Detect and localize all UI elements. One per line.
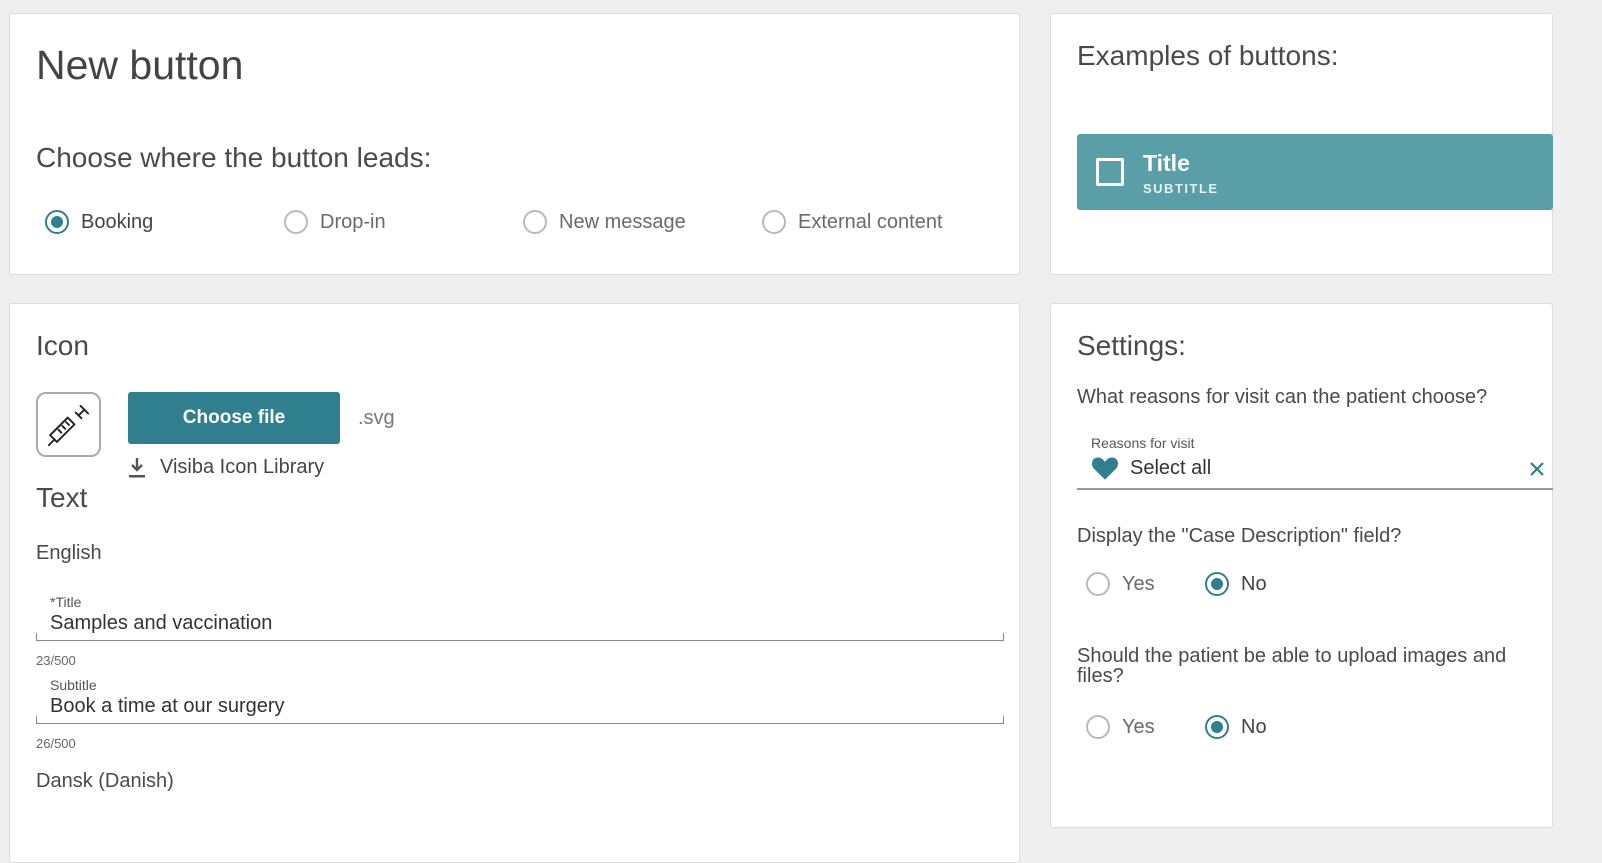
syringe-icon [47,404,89,446]
radio-case-yes-label: Yes [1122,572,1155,595]
radio-case-yes-indicator[interactable] [1086,572,1110,596]
reasons-select-value: Select all [1130,457,1212,479]
icon-library-link[interactable]: Visiba Icon Library [128,456,324,479]
radio-upload-no-label: No [1241,715,1267,738]
download-icon [129,457,145,477]
radio-upload-yes-label: Yes [1122,715,1155,738]
radio-upload-yes[interactable]: Yes [1086,715,1155,739]
title-field-label: *Title [50,594,82,610]
close-icon[interactable] [1529,461,1545,477]
icon-heading: Icon [36,330,89,361]
radio-case-no[interactable]: No [1205,572,1267,596]
upload-question: Should the patient be able to upload ima… [1077,645,1507,687]
radio-booking-indicator[interactable] [45,210,69,234]
reasons-question: What reasons for visit can the patient c… [1077,386,1488,408]
radio-new-message-indicator[interactable] [523,210,547,234]
checkbox-icon [1096,158,1124,186]
icon-text-card: Icon Choose file .svg Visiba Icon Librar… [9,303,1020,863]
text-heading: Text [36,482,88,513]
icon-library-label: Visiba Icon Library [160,456,325,478]
examples-heading: Examples of buttons: [1077,40,1339,71]
page-title: New button [36,42,244,88]
radio-upload-no-indicator[interactable] [1205,715,1229,739]
radio-external-content-indicator[interactable] [762,210,786,234]
title-char-counter: 23/500 [36,653,76,668]
radio-upload-yes-indicator[interactable] [1086,715,1110,739]
radio-external-content[interactable]: External content [762,210,943,234]
radio-new-message-label: New message [559,210,686,233]
radio-booking[interactable]: Booking [45,210,153,234]
language-danish-label: Dansk (Danish) [36,770,174,792]
examples-card: Examples of buttons: Title SUBTITLE [1050,13,1553,275]
button-type-card: New button Choose where the button leads… [9,13,1020,275]
file-extension-hint: .svg [358,407,395,429]
example-button-title: Title [1143,150,1190,176]
radio-case-no-label: No [1241,572,1267,595]
title-field[interactable]: *Title Samples and vaccination 23/500 [36,594,1004,674]
radio-new-message[interactable]: New message [523,210,686,234]
choose-file-button[interactable]: Choose file [128,392,340,444]
example-button-subtitle: SUBTITLE [1143,181,1219,196]
settings-heading: Settings: [1077,330,1186,361]
subtitle-field[interactable]: Subtitle Book a time at our surgery 26/5… [36,677,1004,757]
radio-drop-in[interactable]: Drop-in [284,210,386,234]
destination-question: Choose where the button leads: [36,142,432,173]
radio-external-content-label: External content [798,210,943,233]
subtitle-char-counter: 26/500 [36,736,76,751]
subtitle-field-label: Subtitle [50,677,97,693]
radio-upload-no[interactable]: No [1205,715,1267,739]
radio-case-yes[interactable]: Yes [1086,572,1155,596]
radio-booking-label: Booking [81,210,154,233]
reasons-select[interactable]: Reasons for visit Select all [1077,435,1553,490]
radio-case-no-indicator[interactable] [1205,572,1229,596]
title-field-underline [36,633,1004,641]
subtitle-field-underline [36,716,1004,724]
icon-preview [36,392,101,457]
radio-drop-in-indicator[interactable] [284,210,308,234]
reasons-select-label: Reasons for visit [1091,435,1195,451]
title-field-value[interactable]: Samples and vaccination [50,612,272,635]
settings-card: Settings: What reasons for visit can the… [1050,303,1553,828]
case-description-question: Display the "Case Description" field? [1077,525,1402,547]
subtitle-field-value[interactable]: Book a time at our surgery [50,695,285,718]
example-button-preview[interactable]: Title SUBTITLE [1077,134,1553,210]
language-english-label: English [36,542,102,564]
heart-icon [1091,457,1119,480]
radio-drop-in-label: Drop-in [320,210,386,233]
